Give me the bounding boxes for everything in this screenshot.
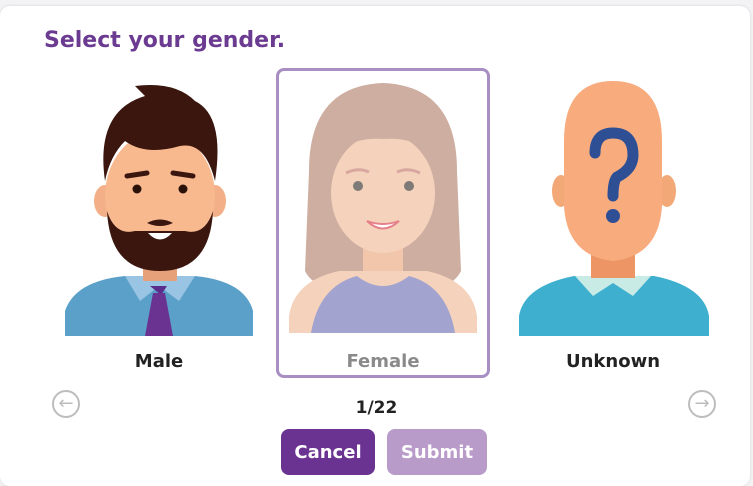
cancel-button[interactable]: Cancel [281,429,375,475]
option-female[interactable]: Female [276,68,490,378]
option-male[interactable]: Male [52,68,266,378]
page-counter: 1/22 [355,398,398,418]
option-label: Female [346,351,420,372]
male-avatar [65,85,253,336]
female-avatar [289,83,477,333]
option-label: Unknown [565,351,661,372]
unknown-avatar [519,81,709,336]
page-title: Select your gender. [44,28,286,53]
dialog-card: Select your gender. Male Female Unknown … [0,6,750,486]
option-label: Male [134,351,184,372]
option-unknown[interactable]: Unknown [506,68,720,378]
submit-button[interactable]: Submit [387,429,487,475]
